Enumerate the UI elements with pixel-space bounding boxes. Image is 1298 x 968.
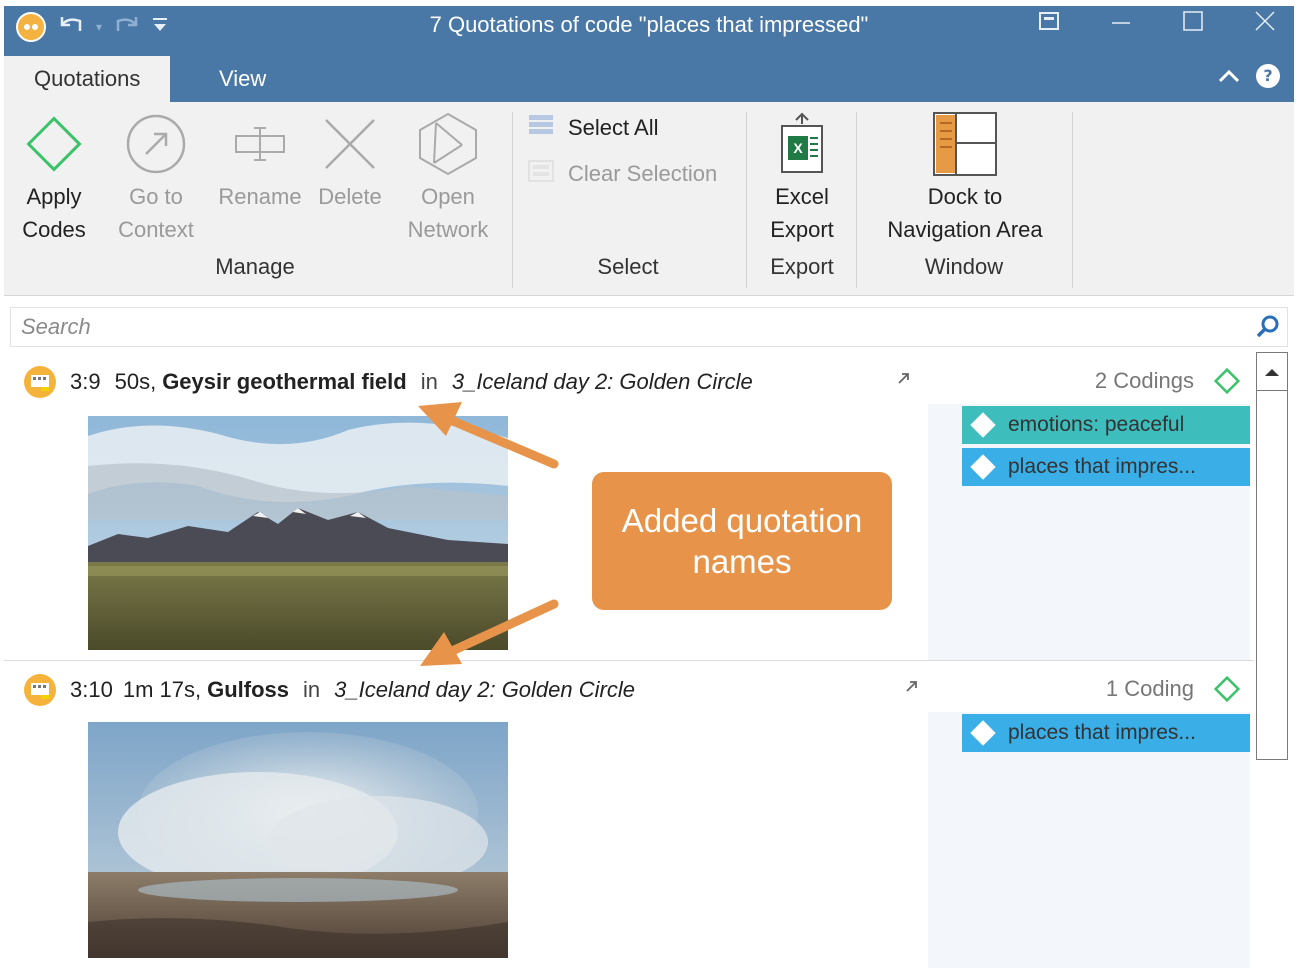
excel-export-label-1: Excel: [775, 184, 829, 209]
apply-codes-button[interactable]: Apply Codes: [18, 108, 90, 246]
group-label-window: Window: [924, 254, 1004, 279]
quotation-in: in: [420, 369, 438, 394]
delete-button[interactable]: Delete: [310, 108, 390, 213]
window-controls: [1034, 10, 1280, 38]
ribbon-separator: [746, 112, 747, 288]
annotation-callout: Added quotation names: [592, 472, 892, 610]
help-icon[interactable]: ?: [1256, 64, 1280, 88]
code-diamond-icon: [970, 454, 996, 480]
video-thumbnail[interactable]: [88, 722, 508, 958]
code-chip[interactable]: places that impres...: [962, 714, 1250, 752]
open-link-icon[interactable]: [896, 370, 912, 391]
excel-export-label-2: Export: [770, 217, 834, 242]
clear-selection-icon: [528, 160, 554, 188]
scroll-up-button[interactable]: [1257, 353, 1287, 391]
ribbon-separator: [1072, 112, 1073, 288]
quotation-document: 3_Iceland day 2: Golden Circle: [334, 677, 635, 702]
list-item[interactable]: 3:10 1m 17s, Gulfoss in 3_Iceland day 2:…: [4, 660, 1254, 968]
clear-selection-label: Clear Selection: [568, 161, 718, 186]
close-icon[interactable]: [1250, 10, 1280, 38]
minimize-icon[interactable]: [1106, 11, 1136, 37]
group-label-export: Export: [770, 254, 834, 279]
svg-text:X: X: [793, 140, 803, 156]
open-link-icon[interactable]: [904, 678, 920, 699]
rename-button[interactable]: Rename: [210, 108, 310, 213]
quotation-document: 3_Iceland day 2: Golden Circle: [451, 369, 753, 394]
delete-icon: [310, 108, 390, 180]
search-input[interactable]: [11, 308, 1231, 346]
tab-quotations[interactable]: Quotations: [4, 56, 171, 102]
dock-navigation-button[interactable]: Dock to Navigation Area: [870, 108, 1060, 246]
rename-icon: [210, 108, 310, 180]
ribbon-separator: [512, 112, 513, 288]
dock-label-2: Navigation Area: [887, 217, 1043, 242]
quotation-header: 3:10 1m 17s, Gulfoss in 3_Iceland day 2:…: [24, 674, 635, 706]
select-all-icon: [528, 114, 554, 142]
open-network-label-1: Open: [421, 184, 475, 209]
select-all-label: Select All: [568, 115, 659, 140]
quotation-id: 3:9: [70, 369, 101, 394]
ribbon-separator: [856, 112, 857, 288]
vertical-scrollbar[interactable]: [1256, 352, 1288, 760]
ribbon-tabs: Quotations View ?: [4, 48, 1294, 102]
codings-count: 1 Coding: [1105, 676, 1194, 701]
rename-label: Rename: [218, 184, 302, 209]
code-diamond-icon: [970, 412, 996, 438]
quotation-in: in: [303, 677, 321, 702]
excel-export-button[interactable]: X Excel Export: [758, 108, 846, 246]
quotation-time: 1m 17s,: [122, 677, 202, 702]
dock-icon: [870, 108, 1060, 180]
video-quotation-icon: [24, 674, 56, 706]
clear-selection-button[interactable]: Clear Selection: [528, 160, 717, 188]
quotation-header: 3:9 50s, Geysir geothermal field in 3_Ic…: [24, 366, 753, 398]
go-to-context-button[interactable]: Go to Context: [108, 108, 204, 246]
go-to-context-label-2: Context: [118, 217, 194, 242]
search-box: [10, 307, 1288, 347]
tab-row-icons: ?: [1218, 62, 1280, 90]
open-network-icon: [398, 108, 498, 180]
select-all-button[interactable]: Select All: [528, 114, 659, 142]
open-network-button[interactable]: Open Network: [398, 108, 498, 246]
quotation-list: 3:9 50s, Geysir geothermal field in 3_Ic…: [4, 352, 1254, 968]
quotation-id: 3:10: [70, 677, 113, 702]
video-quotation-icon: [24, 366, 56, 398]
tab-view[interactable]: View: [189, 56, 296, 102]
apply-codes-icon: [18, 108, 90, 180]
chevron-up-icon[interactable]: [1218, 62, 1240, 90]
quotation-name: Geysir geothermal field: [162, 369, 407, 394]
apply-codes-label-2: Codes: [22, 217, 86, 242]
apply-codes-label-1: Apply: [26, 184, 82, 209]
code-diamond-icon[interactable]: [1212, 366, 1242, 400]
quotation-name: Gulfoss: [207, 677, 289, 702]
excel-icon: X: [758, 108, 846, 180]
group-label-select: Select: [597, 254, 659, 279]
code-chip[interactable]: places that impres...: [962, 448, 1250, 486]
dock-label-1: Dock to: [927, 184, 1003, 209]
go-to-context-icon: [108, 108, 204, 180]
open-network-label-2: Network: [407, 217, 489, 242]
code-label: places that impres...: [1008, 721, 1196, 744]
go-to-context-label-1: Go to: [129, 184, 183, 209]
title-bar: ▾ 7 Quotations of code "places that impr…: [4, 6, 1294, 48]
code-diamond-icon: [970, 720, 996, 746]
code-label: places that impres...: [1008, 455, 1196, 478]
quotation-time: 50s,: [114, 369, 157, 394]
code-label: emotions: peaceful: [1008, 413, 1185, 436]
code-chip[interactable]: emotions: peaceful: [962, 406, 1250, 444]
code-diamond-icon[interactable]: [1212, 674, 1242, 708]
codings-count: 2 Codings: [1094, 368, 1194, 393]
maximize-icon[interactable]: [1178, 11, 1208, 37]
video-thumbnail[interactable]: [88, 416, 508, 650]
search-icon[interactable]: [1255, 314, 1281, 344]
delete-label: Delete: [318, 184, 382, 209]
ribbon: Apply Codes Go to Context Rename Delete …: [4, 102, 1294, 296]
minimize-ribbon-icon[interactable]: [1034, 11, 1064, 37]
group-label-manage: Manage: [215, 254, 295, 279]
